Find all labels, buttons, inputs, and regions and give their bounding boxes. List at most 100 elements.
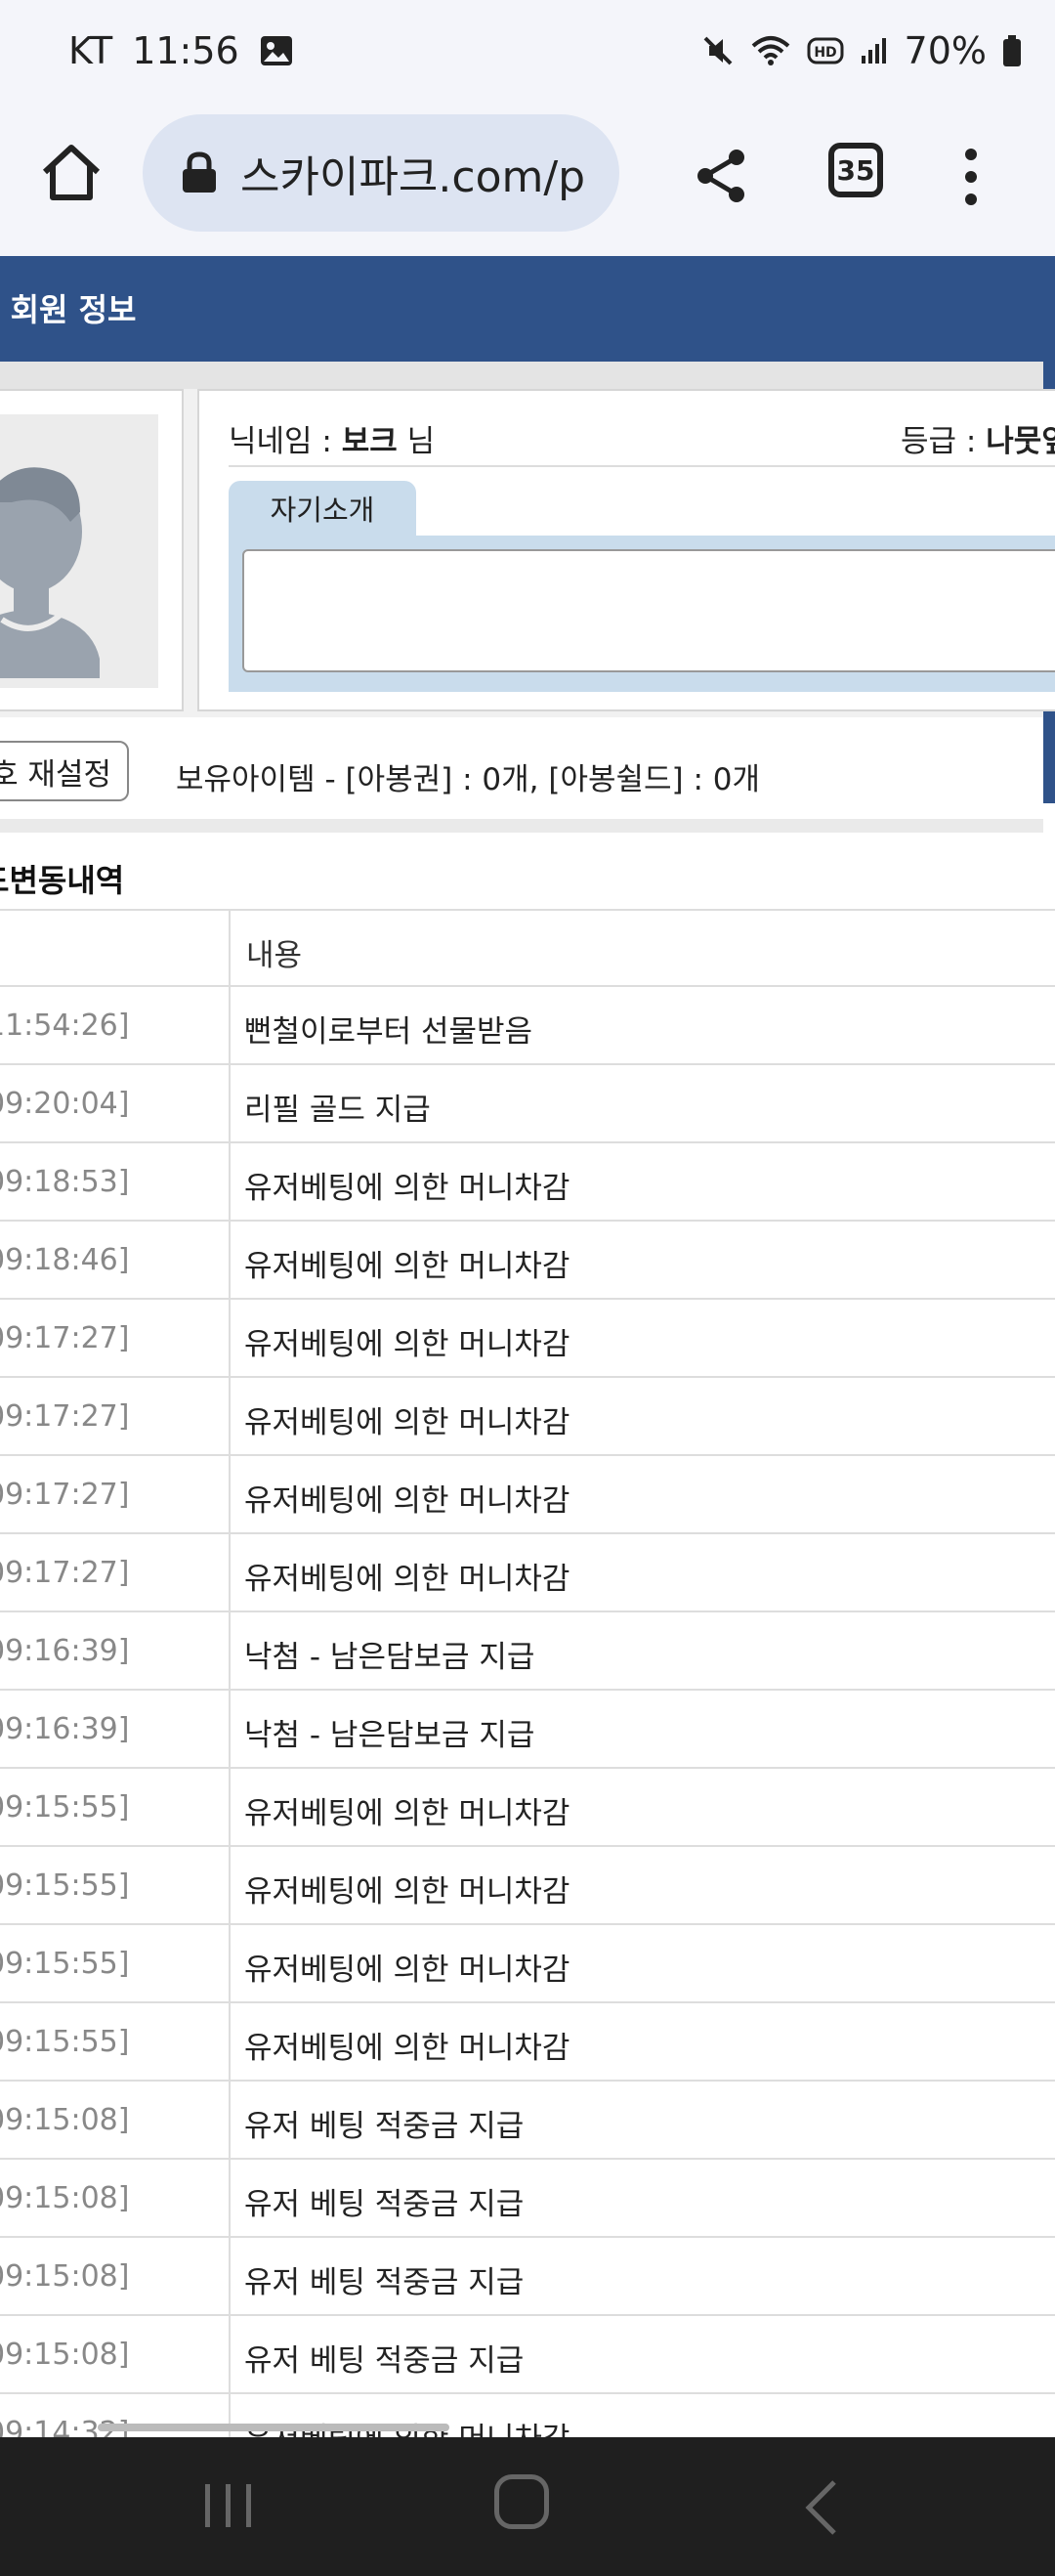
- mute-icon: [701, 34, 735, 67]
- row-content: 유저 베팅 적중금 지급: [244, 2343, 525, 2379]
- back-icon: [805, 2480, 836, 2535]
- column-divider: [229, 1143, 231, 1220]
- column-divider: [229, 1378, 231, 1454]
- section-gap: [0, 819, 1043, 833]
- row-content: 낙첨 - 남은담보금 지급: [244, 1718, 535, 1753]
- row-content: 유저베팅에 의한 머니차감: [244, 1483, 570, 1519]
- table-row: 09:15:55] 유저베팅에 의한 머니차감: [0, 1847, 1055, 1925]
- avatar: [0, 414, 158, 688]
- table-row: 09:15:08] 유저 베팅 적중금 지급: [0, 2160, 1055, 2238]
- row-time: 09:15:55]: [0, 1790, 130, 1825]
- column-divider: [229, 1300, 231, 1376]
- table-row: 09:20:04] 리필 골드 지급: [0, 1065, 1055, 1143]
- introduction-panel: [229, 536, 1055, 692]
- row-content: 유저 베팅 적중금 지급: [244, 2265, 525, 2300]
- column-divider: [229, 1769, 231, 1845]
- row-content: 낙첨 - 남은담보금 지급: [244, 1640, 535, 1675]
- owned-items-text: 보유아이템 - [아봉권] : 0개, [아봉쉴드] : 0개: [176, 762, 761, 797]
- recent-apps-button[interactable]: [199, 2476, 258, 2535]
- table-row: 09:15:55] 유저베팅에 의한 머니차감: [0, 1769, 1055, 1847]
- home-icon: [42, 145, 101, 200]
- tab-introduction[interactable]: 자기소개: [229, 481, 416, 536]
- row-content: 유저베팅에 의한 머니차감: [244, 2031, 570, 2066]
- nickname-label: 닉네임 :: [229, 424, 342, 459]
- column-divider: [229, 1222, 231, 1298]
- row-time: 09:15:08]: [0, 2259, 130, 2294]
- share-button[interactable]: [690, 144, 754, 208]
- column-divider: [229, 1534, 231, 1610]
- column-divider: [229, 2316, 231, 2392]
- table-row: 11:54:26] 뻔철이로부터 선물받음: [0, 987, 1055, 1065]
- row-content: 유저베팅에 의한 머니차감: [244, 1327, 570, 1362]
- row-time: 09:15:08]: [0, 2103, 130, 2137]
- row-content: 유저 베팅 적중금 지급: [244, 2187, 525, 2222]
- lock-icon: [183, 151, 216, 193]
- table-header: 내용: [0, 909, 1055, 987]
- table-row: 09:18:53] 유저베팅에 의한 머니차감: [0, 1143, 1055, 1222]
- table-row: 09:17:27] 유저베팅에 의한 머니차감: [0, 1534, 1055, 1612]
- row-content: 유저베팅에 의한 머니차감: [244, 1405, 570, 1440]
- row-time: 09:15:08]: [0, 2181, 130, 2215]
- back-button[interactable]: [799, 2476, 842, 2539]
- clock: 11:56: [132, 29, 239, 72]
- battery-icon: [1002, 34, 1022, 67]
- column-divider: [229, 1612, 231, 1689]
- table-row: 09:17:27] 유저베팅에 의한 머니차감: [0, 1378, 1055, 1456]
- wifi-icon: [750, 34, 791, 67]
- nickname-suffix: 님: [397, 424, 436, 459]
- gallery-icon: [259, 34, 294, 67]
- status-left: KT 11:56: [68, 29, 294, 72]
- table-row: 09:17:27] 유저베팅에 의한 머니차감: [0, 1456, 1055, 1534]
- more-button[interactable]: [951, 143, 991, 211]
- grade-label: 등급 :: [901, 424, 987, 459]
- column-divider: [229, 2160, 231, 2236]
- history-section-title: 드변동내역: [0, 862, 125, 899]
- row-time: 09:20:04]: [0, 1087, 130, 1121]
- system-nav-bar: [0, 2437, 1055, 2576]
- history-table: 내용 11:54:26] 뻔철이로부터 선물받음 09:20:04] 리필 골드 지급…: [0, 909, 1055, 2472]
- recent-apps-icon: [205, 2484, 251, 2527]
- divider-band: [0, 362, 1043, 389]
- signal-icon: [860, 36, 889, 65]
- status-bar: KT 11:56 HD 70%: [0, 0, 1055, 109]
- column-divider: [229, 1065, 231, 1141]
- introduction-textarea[interactable]: [242, 549, 1055, 672]
- profile-info-card: 닉네임 : 보크 님 등급 : 나뭇잎 자기소개: [197, 389, 1055, 711]
- row-content: 유저베팅에 의한 머니차감: [244, 1562, 570, 1597]
- password-reset-button[interactable]: 호 재설정: [0, 741, 129, 801]
- row-time: 09:16:39]: [0, 1712, 130, 1746]
- column-divider: [229, 1456, 231, 1532]
- card-divider: [229, 465, 1055, 467]
- table-row: 09:15:08] 유저 베팅 적중금 지급: [0, 2082, 1055, 2160]
- more-icon: [965, 149, 977, 205]
- table-row: 09:15:08] 유저 베팅 적중금 지급: [0, 2238, 1055, 2316]
- row-content: 유저 베팅 적중금 지급: [244, 2109, 525, 2144]
- hd-icon: HD: [807, 36, 844, 65]
- horizontal-scrollbar[interactable]: [98, 2424, 449, 2431]
- column-divider: [229, 987, 231, 1063]
- account-actions-row: 호 재설정 보유아이템 - [아봉권] : 0개, [아봉쉴드] : 0개: [0, 717, 1043, 823]
- column-divider: [229, 1925, 231, 2001]
- column-divider: [229, 2003, 231, 2080]
- table-body: 11:54:26] 뻔철이로부터 선물받음 09:20:04] 리필 골드 지급 09:…: [0, 987, 1055, 2472]
- nickname-value: 보크: [341, 424, 398, 459]
- nav-home-button[interactable]: [494, 2474, 549, 2529]
- row-time: 09:15:55]: [0, 1947, 130, 1981]
- address-bar[interactable]: 스카이파크.com/p: [143, 114, 619, 232]
- tabs-button[interactable]: 35: [828, 143, 883, 197]
- home-button[interactable]: [37, 139, 106, 207]
- row-content: 리필 골드 지급: [244, 1093, 431, 1128]
- profile-section: 닉네임 : 보크 님 등급 : 나뭇잎 자기소개: [0, 389, 1055, 717]
- row-time: 09:17:27]: [0, 1321, 130, 1355]
- row-content: 유저베팅에 의한 머니차감: [244, 1874, 570, 1910]
- row-content: 유저베팅에 의한 머니차감: [244, 1953, 570, 1988]
- svg-text:HD: HD: [814, 45, 836, 61]
- battery-percent: 70%: [904, 29, 987, 72]
- row-content: 유저베팅에 의한 머니차감: [244, 1796, 570, 1831]
- row-time: 09:16:39]: [0, 1634, 130, 1668]
- row-time: 09:15:08]: [0, 2338, 130, 2372]
- table-row: 09:17:27] 유저베팅에 의한 머니차감: [0, 1300, 1055, 1378]
- nickname-line: 닉네임 : 보크 님: [229, 416, 435, 460]
- table-row: 09:16:39] 낙첨 - 남은담보금 지급: [0, 1612, 1055, 1691]
- page-title: 보 회원 정보: [0, 291, 137, 328]
